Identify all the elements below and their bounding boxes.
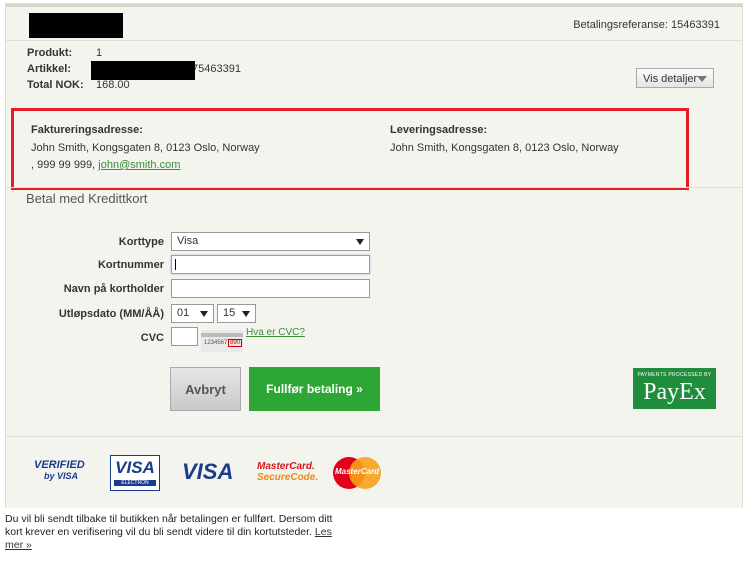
text-caret [175,259,176,270]
article-value: 75463391 [192,63,241,75]
card-number-input[interactable] [171,255,370,274]
billing-heading: Faktureringsadresse: [31,124,143,136]
header-bar: Betalingsreferanse: 15463391 [6,7,742,41]
shipping-address: John Smith, Kongsgaten 8, 0123 Oslo, Nor… [390,142,619,154]
mastercard-securecode-logo: MasterCard. SecureCode. [257,461,318,483]
by-visa-text: by VISA [44,471,79,481]
address-highlight-box: Faktureringsadresse: John Smith, Kongsga… [11,108,689,190]
card-form: Korttype Visa Kortnummer Navn på korthol… [6,212,742,436]
mc-securecode-line2: SecureCode. [257,472,319,483]
cvc-card-icon: 1234567 890 [201,330,243,352]
expiry-month-select[interactable]: 01 [171,304,214,323]
shipping-heading: Leveringsadresse: [390,124,488,136]
footer-note: Du vil bli sendt tilbake til butikken nå… [5,513,335,552]
visa-logo: VISA [182,459,234,484]
order-summary: Produkt: 1 Artikkel: 75463391 Total NOK:… [6,41,742,106]
show-details-button[interactable]: Vis detaljer [636,68,714,88]
cardholder-label: Navn på kortholder [63,283,164,295]
payment-panel: Betalingsreferanse: 15463391 Produkt: 1 … [5,3,743,508]
expiry-label: Utløpsdato (MM/ÅÅ) [58,308,164,320]
cvc-card-digits: 1234567 [204,340,228,346]
complete-payment-button[interactable]: Fullfør betaling » [249,367,380,411]
cvc-input[interactable] [171,327,198,346]
reference-value: 15463391 [671,19,720,31]
dropdown-arrow-icon [242,311,250,317]
card-number-label: Kortnummer [97,259,164,271]
cvc-help-link[interactable]: Hva er CVC? [246,327,305,338]
billing-address: John Smith, Kongsgaten 8, 0123 Oslo, Nor… [31,142,260,154]
redacted-article [91,61,195,80]
show-details-label: Vis detaljer [643,73,698,85]
total-label: Total NOK: [27,79,84,91]
article-label: Artikkel: [27,63,72,75]
expiry-year-value: 15 [223,307,236,319]
electron-text: ELECTRON [114,480,156,486]
billing-email-link[interactable]: john@smith.com [98,159,180,171]
product-value: 1 [96,47,103,59]
verified-by-visa-logo: VERIFIED by VISA [34,459,92,489]
mc-securecode-line1: MasterCard. [257,461,315,472]
redacted-logo [29,13,123,38]
chevron-down-icon [697,76,707,82]
footer-text: Du vil bli sendt tilbake til butikken nå… [5,513,333,538]
card-logos-bar: VERIFIED by VISA VISA ELECTRON VISA Mast… [6,436,742,508]
payex-tagline: PAYMENTS PROCESSED BY [637,372,712,378]
visa-electron-text: VISA [115,458,155,477]
card-stripe [201,333,243,337]
cancel-button[interactable]: Avbryt [170,367,241,411]
card-type-value: Visa [177,235,199,247]
billing-phone: , 999 99 999, [31,159,96,171]
visa-electron-logo: VISA ELECTRON [110,455,160,491]
expiry-month-value: 01 [177,307,190,319]
expiry-year-select[interactable]: 15 [217,304,256,323]
cvc-card-code: 890 [228,339,243,347]
payment-reference: Betalingsreferanse: 15463391 [573,19,720,31]
dropdown-arrow-icon [356,239,364,245]
cardholder-input[interactable] [171,279,370,298]
payex-logo: PAYMENTS PROCESSED BY PayEx [633,368,716,409]
mastercard-logo: MasterCard [333,457,381,489]
billing-contact: , 999 99 999, john@smith.com [31,159,180,171]
payex-name: PayEx [643,379,706,405]
total-value: 168.00 [96,79,130,91]
verified-text: VERIFIED [34,459,85,471]
dropdown-arrow-icon [200,311,208,317]
section-title: Betal med Kredittkort [26,191,148,206]
mc-text: MasterCard [334,467,379,476]
cvc-label: CVC [140,332,164,344]
card-type-label: Korttype [118,236,164,248]
section-title-bar: Betal med Kredittkort [6,187,742,213]
reference-label: Betalingsreferanse: [573,19,668,31]
product-label: Produkt: [27,47,73,59]
card-type-select[interactable]: Visa [171,232,370,251]
